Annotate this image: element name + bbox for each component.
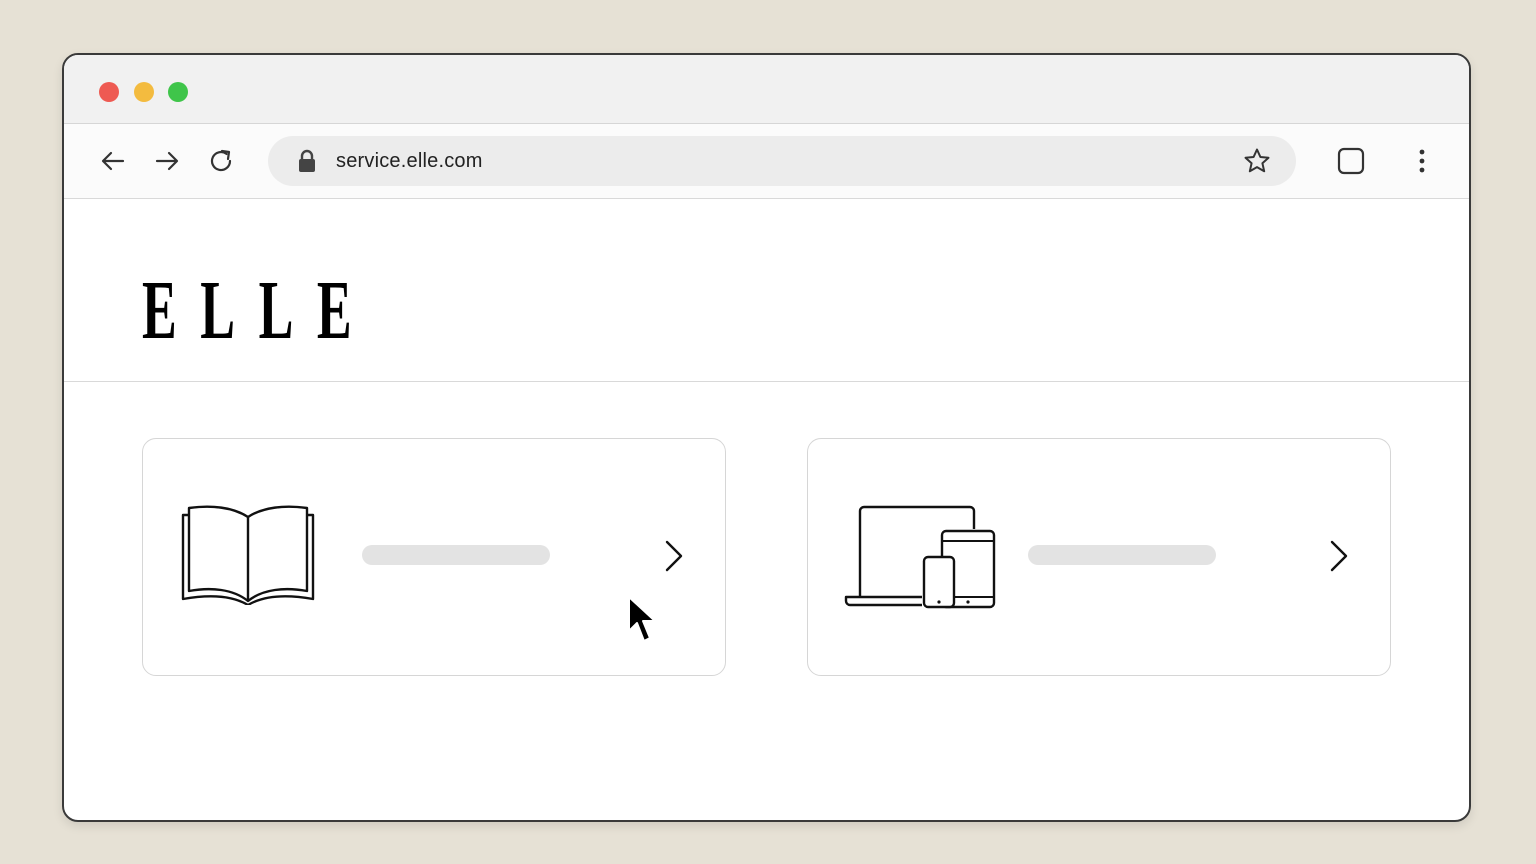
browser-toolbar: service.elle.com (64, 124, 1469, 199)
title-bar (64, 55, 1469, 124)
elle-logo[interactable]: ELLE (142, 269, 375, 353)
card-label-placeholder (1028, 545, 1216, 565)
bookmark-star-icon[interactable] (1242, 146, 1272, 176)
lock-icon (299, 149, 315, 172)
reload-icon[interactable] (205, 145, 237, 177)
maximize-window-button[interactable] (168, 82, 188, 102)
browser-window: service.elle.com ELLE (62, 53, 1471, 822)
back-arrow-icon[interactable] (97, 145, 129, 177)
minimize-window-button[interactable] (134, 82, 154, 102)
card-label-placeholder (362, 545, 550, 565)
chevron-right-icon (1330, 540, 1348, 572)
address-bar[interactable]: service.elle.com (268, 136, 1296, 186)
forward-arrow-icon[interactable] (151, 145, 183, 177)
url-text[interactable]: service.elle.com (336, 150, 483, 173)
more-menu-icon[interactable] (1406, 145, 1438, 177)
site-header: ELLE (64, 199, 1469, 382)
service-card-digital[interactable] (807, 438, 1391, 676)
devices-icon (844, 505, 996, 609)
tab-switcher-icon[interactable] (1335, 145, 1367, 177)
open-book-icon (181, 505, 315, 605)
close-window-button[interactable] (99, 82, 119, 102)
chevron-right-icon (665, 540, 683, 572)
mouse-pointer-icon (628, 596, 656, 642)
